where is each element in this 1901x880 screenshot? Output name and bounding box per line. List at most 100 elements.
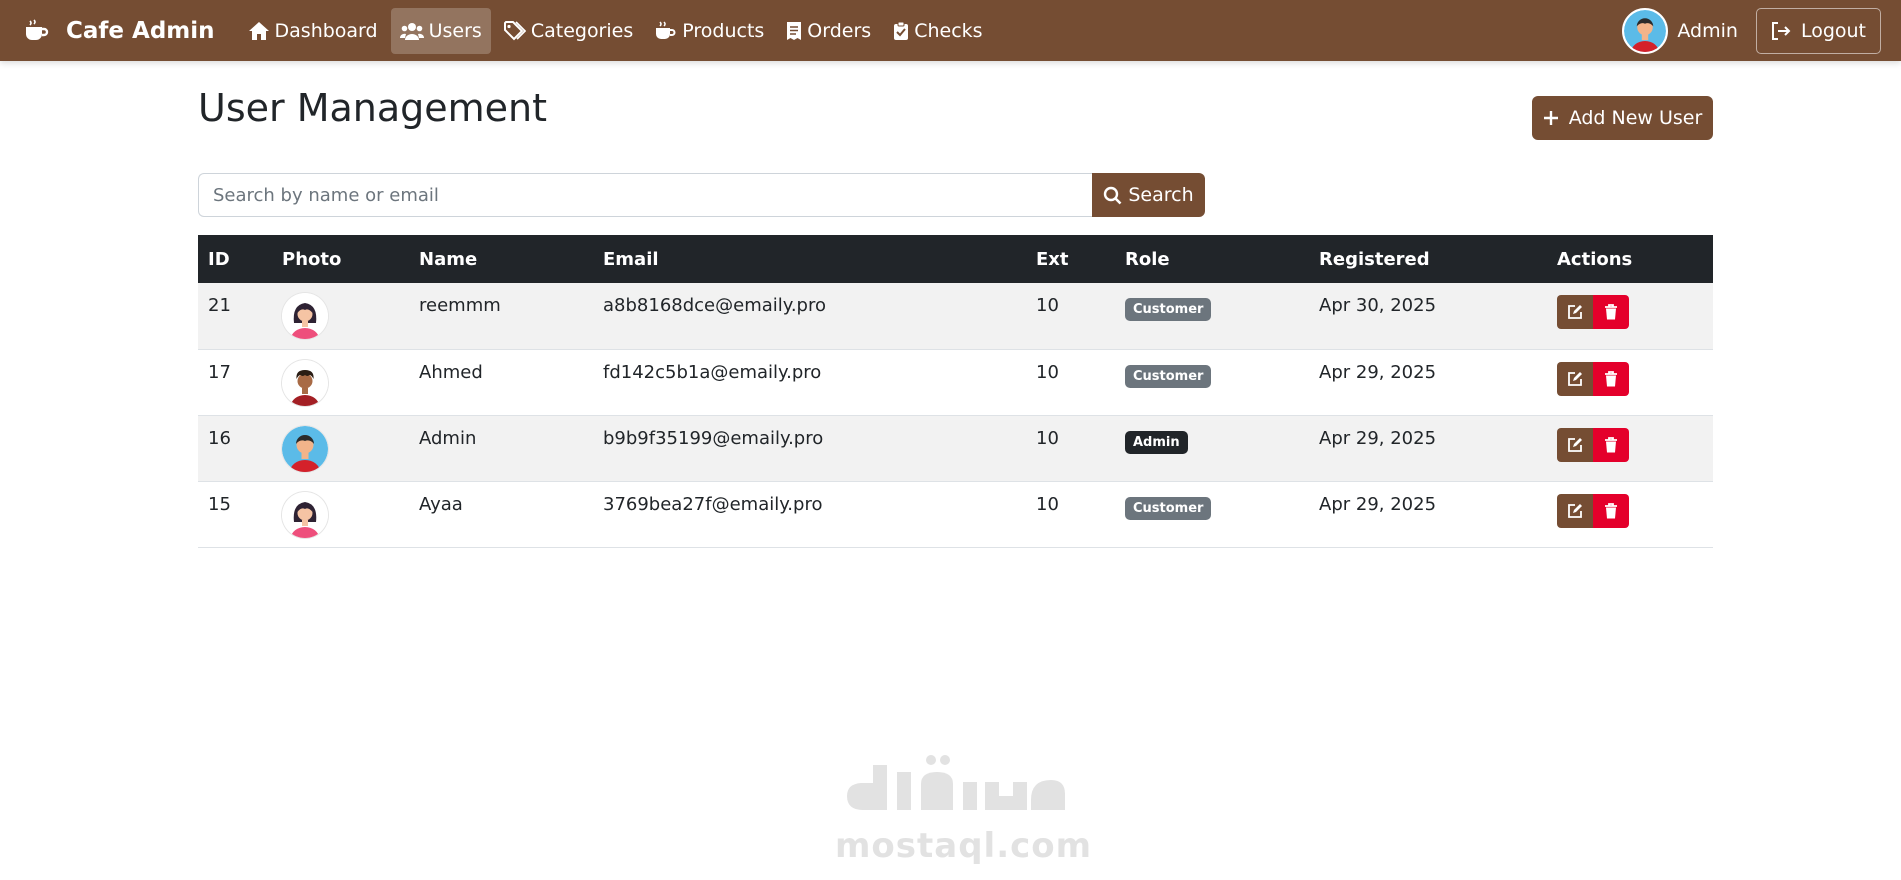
cell-email: b9b9f35199@emaily.pro	[593, 415, 1026, 482]
coffee-icon	[656, 20, 676, 39]
brand-name: Cafe Admin	[66, 17, 215, 44]
cell-name: Admin	[409, 415, 593, 482]
cell-photo	[272, 481, 409, 548]
nav-links: Dashboard Users Categories Products Orde…	[239, 7, 992, 54]
table-row: 21 reemmm a8b8168dce@emaily.pro 10 Custo…	[198, 283, 1713, 350]
users-table: ID Photo Name Email Ext Role Registered …	[198, 235, 1713, 548]
cell-name: Ayaa	[409, 481, 593, 548]
cell-role: Customer	[1115, 283, 1309, 350]
logout-label: Logout	[1800, 19, 1866, 42]
cell-actions	[1547, 349, 1713, 416]
nav-link-categories[interactable]: Categories	[495, 8, 642, 54]
coffee-cup-icon	[26, 18, 49, 40]
user-avatar-icon	[1624, 9, 1667, 52]
cell-photo	[272, 283, 409, 350]
logout-button[interactable]: Logout	[1755, 7, 1881, 54]
cell-id: 16	[198, 415, 272, 482]
column-header-registered[interactable]: Registered	[1309, 235, 1547, 283]
nav-link-products[interactable]: Products	[646, 8, 773, 54]
table-row: 17 Ahmed fd142c5b1a@emaily.pro 10 Custom…	[198, 349, 1713, 416]
column-header-photo[interactable]: Photo	[272, 235, 409, 283]
trash-icon	[1605, 370, 1617, 386]
trash-icon	[1605, 502, 1617, 518]
nav-link-orders[interactable]: Orders	[777, 8, 880, 54]
delete-user-button[interactable]	[1593, 493, 1629, 528]
add-new-user-button[interactable]: Add New User	[1532, 96, 1713, 140]
trash-icon	[1605, 304, 1617, 320]
sign-out-icon	[1771, 21, 1791, 40]
tags-icon	[503, 20, 526, 40]
cell-name: Ahmed	[409, 349, 593, 416]
nav-link-label: Orders	[807, 19, 872, 42]
edit-user-button[interactable]	[1557, 295, 1593, 329]
column-header-ext[interactable]: Ext	[1026, 235, 1115, 283]
edit-icon	[1568, 437, 1582, 452]
nav-username: Admin	[1677, 19, 1738, 42]
cell-id: 15	[198, 481, 272, 548]
watermark-domain: mostaql.com	[835, 826, 1093, 866]
cell-photo	[272, 415, 409, 482]
cell-id: 17	[198, 349, 272, 416]
delete-user-button[interactable]	[1593, 361, 1629, 396]
table-row: 15 Ayaa 3769bea27f@emaily.pro 10 Custome…	[198, 481, 1713, 548]
user-photo	[282, 425, 328, 472]
users-icon	[399, 22, 424, 40]
nav-link-users[interactable]: Users	[390, 7, 491, 54]
clipboard-check-icon	[894, 21, 909, 40]
column-header-email[interactable]: Email	[593, 235, 1026, 283]
cell-ext: 10	[1026, 349, 1115, 416]
edit-user-button[interactable]	[1557, 361, 1593, 396]
cell-role: Admin	[1115, 415, 1309, 482]
cell-email: 3769bea27f@emaily.pro	[593, 481, 1026, 548]
nav-avatar	[1622, 7, 1669, 54]
row-actions	[1557, 295, 1703, 329]
nav-link-label: Categories	[530, 19, 634, 42]
cell-email: fd142c5b1a@emaily.pro	[593, 349, 1026, 416]
add-new-user-label: Add New User	[1568, 107, 1703, 129]
nav-link-label: Dashboard	[274, 19, 378, 42]
edit-user-button[interactable]	[1557, 427, 1593, 462]
role-badge: Customer	[1125, 496, 1212, 520]
brand-link[interactable]: Cafe Admin	[24, 18, 215, 44]
cell-actions	[1547, 283, 1713, 350]
column-header-name[interactable]: Name	[409, 235, 593, 283]
plus-icon	[1543, 111, 1558, 125]
male-avatar-blue-icon	[282, 425, 328, 472]
trash-icon	[1605, 436, 1617, 452]
row-actions	[1557, 493, 1703, 528]
mostaql-logo-icon	[847, 755, 1065, 810]
role-badge: Customer	[1125, 364, 1212, 388]
nav-right: Admin Logout	[1622, 7, 1881, 54]
watermark: mostaql.com	[835, 752, 1093, 866]
column-header-actions: Actions	[1547, 235, 1713, 283]
user-photo	[282, 491, 328, 538]
nav-user[interactable]: Admin	[1622, 7, 1738, 54]
user-photo	[282, 359, 328, 406]
column-header-role[interactable]: Role	[1115, 235, 1309, 283]
delete-user-button[interactable]	[1593, 427, 1629, 462]
cell-actions	[1547, 481, 1713, 548]
cell-role: Customer	[1115, 481, 1309, 548]
row-actions	[1557, 427, 1703, 462]
role-badge: Customer	[1125, 298, 1212, 321]
edit-user-button[interactable]	[1557, 493, 1593, 528]
cell-registered: Apr 29, 2025	[1309, 349, 1547, 416]
delete-user-button[interactable]	[1593, 295, 1629, 329]
table-header-row: ID Photo Name Email Ext Role Registered …	[198, 235, 1713, 283]
cell-ext: 10	[1026, 415, 1115, 482]
nav-link-dashboard[interactable]: Dashboard	[239, 8, 387, 54]
cell-photo	[272, 349, 409, 416]
nav-link-label: Users	[428, 19, 482, 42]
edit-icon	[1568, 371, 1582, 386]
search-icon	[1104, 186, 1122, 204]
search-input[interactable]	[198, 173, 1092, 217]
table-row: 16 Admin b9b9f35199@emaily.pro 10 Admin …	[198, 415, 1713, 482]
nav-link-checks[interactable]: Checks	[884, 8, 991, 54]
cell-email: a8b8168dce@emaily.pro	[593, 283, 1026, 350]
cell-actions	[1547, 415, 1713, 482]
search-button-label: Search	[1128, 184, 1194, 206]
cell-role: Customer	[1115, 349, 1309, 416]
column-header-id[interactable]: ID	[198, 235, 272, 283]
search-button[interactable]: Search	[1092, 173, 1205, 217]
user-photo	[282, 293, 328, 339]
